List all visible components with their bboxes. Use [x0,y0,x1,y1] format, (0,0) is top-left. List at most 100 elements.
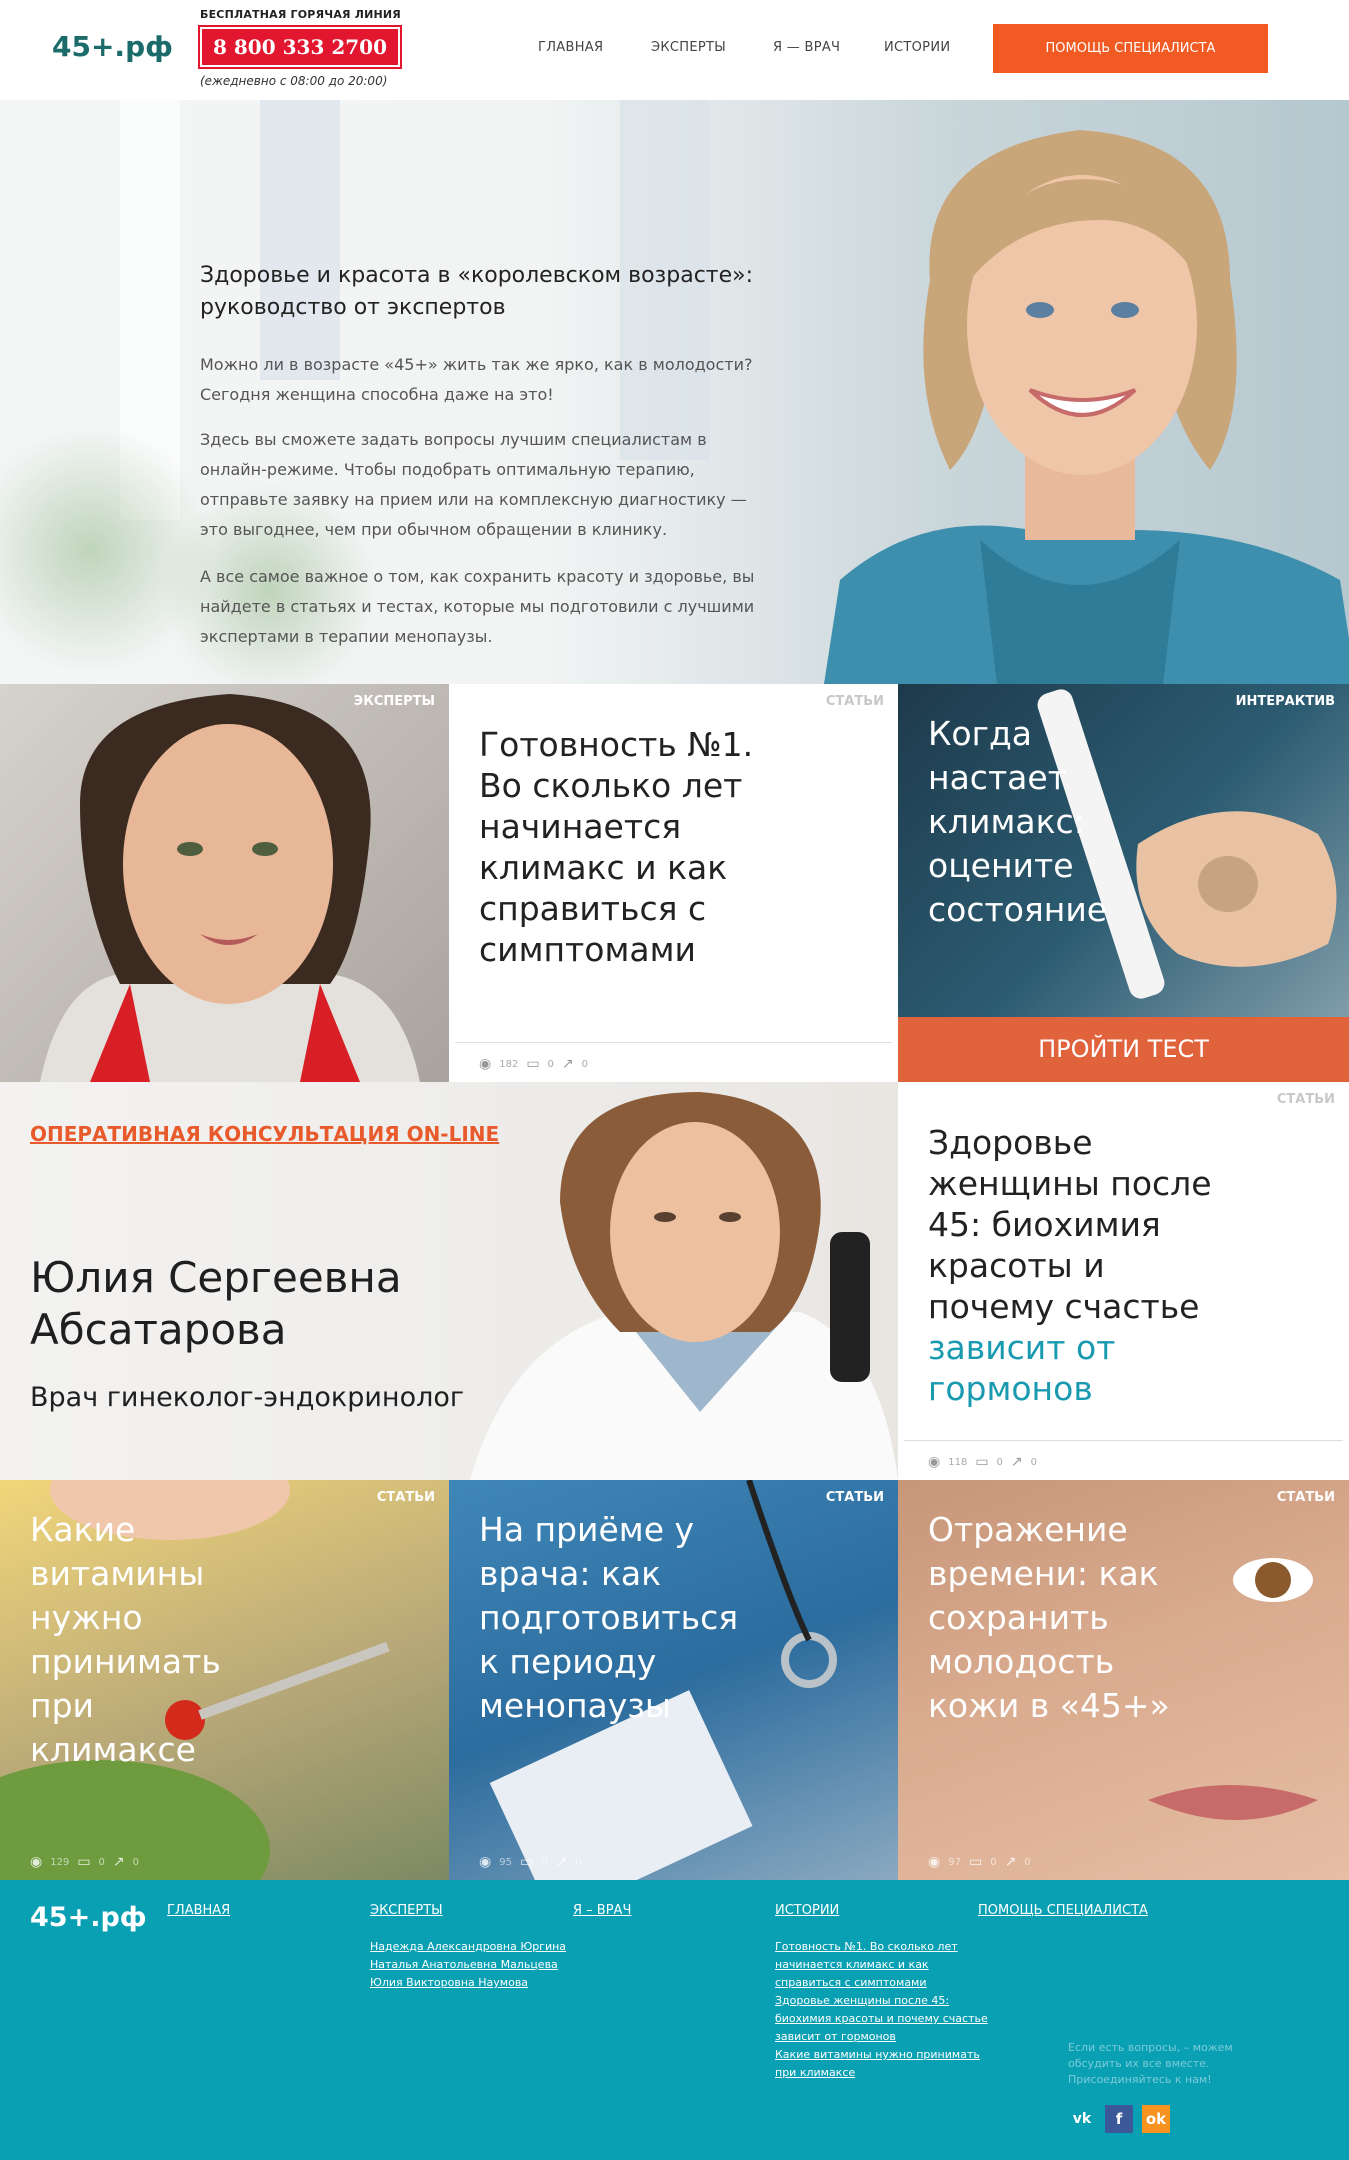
comment-icon: ▭ [526,1056,540,1072]
footer-link-help[interactable]: ПОМОЩЬ СПЕЦИАЛИСТА [978,1903,1148,1918]
site-header: 45+.рф БЕСПЛАТНАЯ ГОРЯЧАЯ ЛИНИЯ 8 800 33… [0,0,1349,100]
divider [904,1440,1343,1441]
footer-expert-link[interactable]: Наталья Анатольевна Мальцева [370,1956,558,1974]
article-stats: ◉ 182 ▭ 0 ↗ 0 [479,1056,588,1072]
footer-story-link[interactable]: Здоровье женщины после 45: [775,1992,949,2010]
article-tile[interactable]: СТАТЬИ Какие витамины нужно принимать пр… [0,1480,449,1880]
views-count: 118 [948,1456,968,1468]
comment-icon: ▭ [77,1854,91,1870]
comment-icon: ▭ [975,1454,989,1470]
site-footer: 45+.рф ГЛАВНАЯ ЭКСПЕРТЫ Надежда Александ… [0,1880,1349,2160]
footer-story-link[interactable]: зависит от гормонов [775,2028,896,2046]
footer-expert-link[interactable]: Надежда Александровна Юргина [370,1938,566,1956]
odnoklassniki-icon[interactable]: ok [1142,2105,1170,2133]
interactive-title[interactable]: Когда настает климакс: оцените состояние [928,712,1128,932]
footer-expert-link[interactable]: Юлия Викторовна Наумова [370,1974,528,1992]
footer-link-doctor[interactable]: Я – ВРАЧ [573,1903,631,1918]
article-title-main: Здоровье женщины после 45: биохимия крас… [928,1123,1212,1326]
interactive-tile[interactable]: ИНТЕРАКТИВ Когда настает климакс: оценит… [898,684,1349,1082]
views-count: 95 [499,1856,512,1868]
nav-experts[interactable]: ЭКСПЕРТЫ [651,40,726,55]
nav-doctor[interactable]: Я — ВРАЧ [773,40,840,55]
eye-icon: ◉ [928,1454,941,1470]
views-count: 97 [948,1856,961,1868]
nav-main[interactable]: ГЛАВНАЯ [538,40,603,55]
divider [455,1042,892,1043]
online-consultation-link[interactable]: ОПЕРАТИВНАЯ КОНСУЛЬТАЦИЯ ON-LINE [30,1122,499,1146]
hero-paragraph: Можно ли в возрасте «45+» жить так же яр… [200,355,753,404]
footer-story-link[interactable]: биохимия красоты и почему счастье [775,2010,988,2028]
footer-story-link[interactable]: начинается климакс и как [775,1956,929,1974]
comments-count: 0 [541,1856,548,1868]
article-tile[interactable]: СТАТЬИ На приёме у врача: как подготовит… [449,1480,898,1880]
tile-tag: СТАТЬИ [1276,1490,1335,1505]
shares-count: 0 [581,1058,589,1070]
footer-story-link[interactable]: справиться с симптомами [775,1974,927,1992]
hero-paragraph: А все самое важное о том, как сохранить … [200,567,755,646]
eye-icon: ◉ [479,1854,492,1870]
shares-count: 0 [575,1856,582,1868]
comments-count: 0 [990,1856,997,1868]
shares-count: 0 [132,1856,140,1868]
hero-paragraph: Здесь вы сможете задать вопросы лучшим с… [200,430,747,539]
take-test-button[interactable]: ПРОЙТИ ТЕСТ [898,1017,1349,1082]
shares-count: 0 [1024,1856,1031,1868]
shares-count: 0 [1030,1456,1038,1468]
nav-stories[interactable]: ИСТОРИИ [884,40,950,55]
article-tile[interactable]: СТАТЬИ Здоровье женщины после 45: биохим… [898,1082,1349,1480]
hotline-phone[interactable]: 8 800 333 2700 [198,25,402,69]
hotline-hours: (ежедневно с 08:00 до 20:00) [200,74,388,88]
site-logo[interactable]: 45+.рф [52,30,173,63]
article-title[interactable]: Здоровье женщины после 45: биохимия крас… [928,1122,1228,1409]
hero-title: Здоровье и красота в «королевском возрас… [200,263,754,320]
footer-link-stories[interactable]: ИСТОРИИ [775,1903,839,1918]
article-stats: ◉ 97 ▭ 0 ↗ 0 [928,1854,1031,1870]
expert-woman-photo [40,694,420,1082]
vk-icon[interactable]: vk [1068,2105,1096,2133]
article-title[interactable]: Готовность №1. Во сколько лет начинается… [479,724,769,970]
article-tile[interactable]: СТАТЬИ Готовность №1. Во сколько лет нач… [449,684,898,1082]
footer-story-link[interactable]: при климаксе [775,2064,855,2082]
tile-tag: ИНТЕРАКТИВ [1235,694,1335,709]
share-icon: ↗ [561,1056,574,1072]
tile-tag: ЭКСПЕРТЫ [353,694,435,709]
article-title[interactable]: На приёме у врача: как подготовиться к п… [479,1508,739,1728]
consultation-tile[interactable]: ОПЕРАТИВНАЯ КОНСУЛЬТАЦИЯ ON-LINE Юлия Се… [0,1082,898,1480]
experts-tile[interactable]: ЭКСПЕРТЫ [0,684,449,1082]
comment-icon: ▭ [968,1854,983,1870]
hero-woman-photo [824,130,1349,684]
footer-link-main[interactable]: ГЛАВНАЯ [167,1903,230,1918]
tile-tag: СТАТЬИ [825,1490,884,1505]
share-icon: ↗ [555,1854,568,1870]
tile-tag: СТАТЬИ [376,1490,435,1505]
footer-link-experts[interactable]: ЭКСПЕРТЫ [370,1903,443,1918]
article-tile[interactable]: СТАТЬИ Отражение времени: как сохранить … [898,1480,1349,1880]
eye-icon: ◉ [479,1056,492,1072]
share-icon: ↗ [1010,1454,1023,1470]
doctor-specialty: Врач гинеколог-эндокринолог [30,1382,465,1413]
comments-count: 0 [98,1856,105,1868]
footer-note: Если есть вопросы, – можем обсудить их в… [1068,2041,1233,2086]
facebook-icon[interactable]: f [1105,2105,1133,2133]
article-title[interactable]: Какие витамины нужно принимать при клима… [30,1508,260,1772]
hero-section: Здоровье и красота в «королевском возрас… [0,100,1349,684]
hero-background-building [260,100,340,380]
doctor-name: Юлия Сергеевна Абсатарова [30,1253,402,1354]
tile-tag: СТАТЬИ [825,694,884,709]
share-icon: ↗ [1004,1854,1017,1870]
tile-tag: СТАТЬИ [1276,1092,1335,1107]
views-count: 182 [499,1058,519,1070]
share-icon: ↗ [112,1854,125,1870]
article-title[interactable]: Отражение времени: как сохранить молодос… [928,1508,1188,1728]
article-stats: ◉ 95 ▭ 0 ↗ 0 [479,1854,582,1870]
footer-story-link[interactable]: Какие витамины нужно принимать [775,2046,980,2064]
article-title-highlight: зависит от гормонов [928,1328,1116,1408]
footer-logo[interactable]: 45+.рф [30,1902,147,1933]
footer-story-link[interactable]: Готовность №1. Во сколько лет [775,1938,958,1956]
help-specialist-button[interactable]: ПОМОЩЬ СПЕЦИАЛИСТА [993,24,1268,73]
comments-count: 0 [547,1058,554,1070]
comments-count: 0 [996,1456,1003,1468]
hotline-label: БЕСПЛАТНАЯ ГОРЯЧАЯ ЛИНИЯ [200,8,401,21]
comment-icon: ▭ [519,1854,534,1870]
article-stats: ◉ 118 ▭ 0 ↗ 0 [928,1454,1037,1470]
